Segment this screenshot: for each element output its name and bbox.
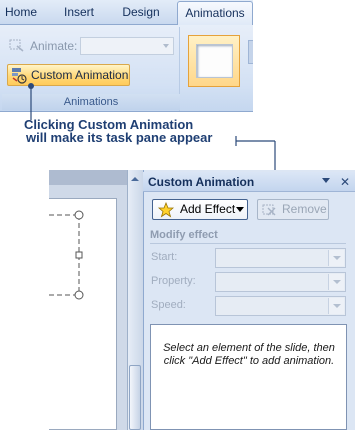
property-dropdown[interactable]	[215, 272, 346, 292]
start-dropdown[interactable]	[215, 248, 346, 268]
chevron-down-icon	[328, 298, 344, 314]
add-effect-label: Add Effect	[180, 202, 236, 216]
property-label: Property:	[151, 275, 196, 287]
speed-dropdown[interactable]	[215, 296, 346, 316]
chevron-down-icon	[328, 274, 344, 290]
chevron-down-icon	[236, 207, 244, 212]
task-pane-title: Custom Animation	[148, 175, 255, 189]
effects-list[interactable]	[150, 324, 347, 430]
callout-connector	[28, 83, 278, 175]
remove-icon	[262, 204, 276, 216]
close-icon[interactable]: ✕	[338, 173, 352, 191]
add-effect-button[interactable]: Add Effect	[152, 199, 248, 220]
placeholder-selection[interactable]	[49, 199, 117, 431]
slide-canvas[interactable]	[49, 198, 117, 430]
scrollbar-thumb[interactable]	[129, 365, 141, 430]
remove-label: Remove	[282, 202, 327, 216]
modify-effect-heading: Modify effect	[150, 229, 218, 241]
callout-line-2: will make its task pane appear	[26, 130, 213, 145]
remove-button[interactable]: Remove	[257, 199, 329, 220]
chevron-down-icon	[328, 250, 344, 266]
start-label: Start:	[151, 251, 178, 263]
divider	[150, 243, 346, 244]
scroll-up-icon[interactable]	[128, 173, 142, 185]
pane-menu-icon[interactable]	[322, 178, 330, 183]
speed-label: Speed:	[151, 299, 186, 311]
callout-text: Clicking Custom Animation will make its …	[24, 118, 254, 144]
effects-list-hint: Select an element of the slide, then cli…	[163, 342, 335, 367]
add-effect-star-icon	[157, 202, 175, 218]
